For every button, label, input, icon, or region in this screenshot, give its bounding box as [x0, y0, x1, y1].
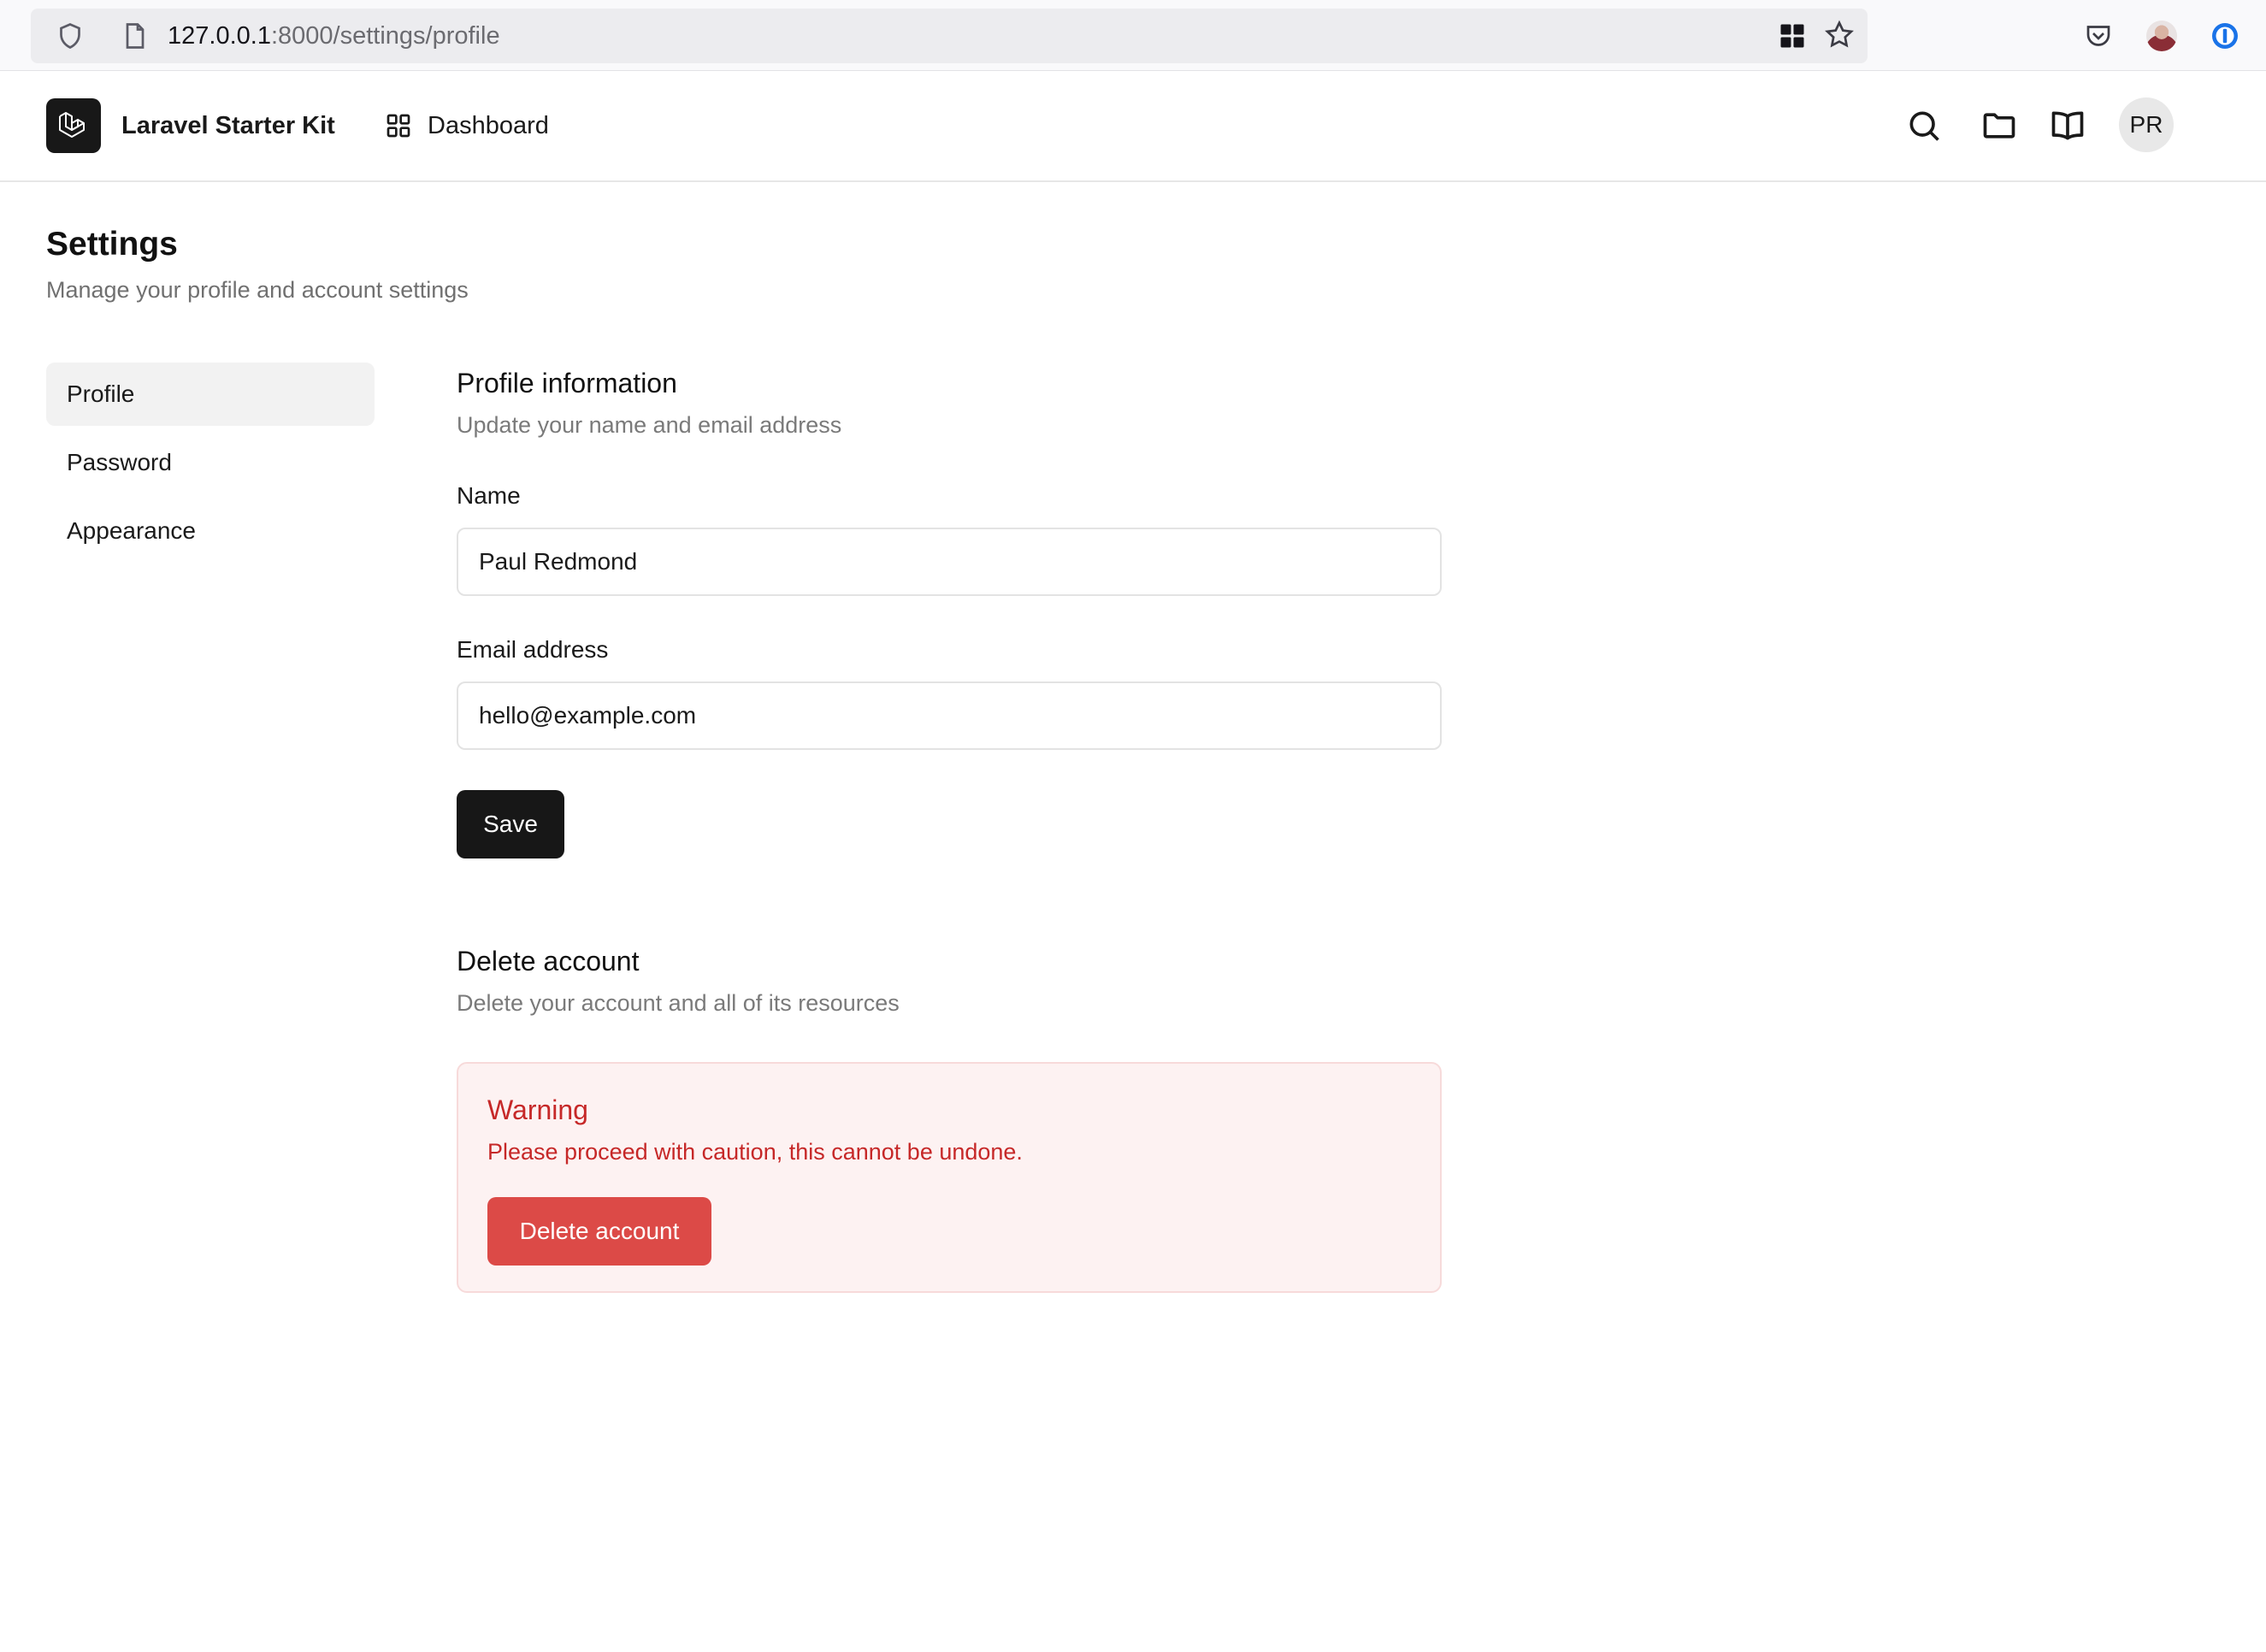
page-title: Settings [46, 226, 178, 263]
name-input[interactable] [457, 528, 1442, 596]
folder-icon[interactable] [1980, 107, 2018, 145]
address-bar[interactable]: 127.0.0.1:8000/settings/profile [31, 9, 1868, 63]
laravel-logo-icon [59, 112, 85, 138]
profile-section-title: Profile information [457, 368, 677, 398]
shield-icon[interactable] [55, 21, 86, 51]
sidebar-item-profile[interactable]: Profile [46, 363, 375, 426]
url-path: :8000/settings/profile [270, 22, 500, 50]
bookmark-star-icon[interactable] [1823, 19, 1856, 51]
delete-section-title: Delete account [457, 946, 640, 976]
save-button[interactable]: Save [457, 790, 564, 858]
email-input[interactable] [457, 681, 1442, 750]
app-logo[interactable] [46, 98, 101, 153]
delete-section-subtitle: Delete your account and all of its resou… [457, 990, 900, 1016]
delete-account-button[interactable]: Delete account [487, 1197, 711, 1266]
settings-sidebar: Profile Password Appearance [46, 363, 375, 568]
url-host: 127.0.0.1 [168, 22, 271, 50]
nav-dashboard-label: Dashboard [428, 111, 549, 139]
warning-title: Warning [487, 1094, 588, 1125]
warning-panel: Warning Please proceed with caution, thi… [457, 1062, 1442, 1293]
browser-profile-avatar[interactable] [2146, 21, 2177, 51]
search-icon[interactable] [1905, 107, 1943, 145]
email-label: Email address [457, 636, 609, 663]
dashboard-grid-icon [387, 114, 410, 138]
pocket-icon[interactable] [2083, 21, 2114, 51]
app-header: Laravel Starter Kit Dashboard PR [0, 71, 2266, 182]
app-name[interactable]: Laravel Starter Kit [121, 109, 335, 143]
url-text[interactable]: 127.0.0.1:8000/settings/profile [168, 21, 500, 51]
page-icon [126, 23, 145, 49]
warning-text: Please proceed with caution, this cannot… [487, 1139, 1023, 1165]
qr-code-icon[interactable] [1777, 21, 1808, 51]
profile-section-subtitle: Update your name and email address [457, 412, 842, 438]
page-subtitle: Manage your profile and account settings [46, 277, 469, 303]
sidebar-item-password[interactable]: Password [46, 431, 375, 494]
browser-toolbar: 127.0.0.1:8000/settings/profile [0, 0, 2266, 71]
nav-dashboard-link[interactable]: Dashboard [385, 105, 549, 146]
password-manager-icon[interactable] [2210, 21, 2240, 51]
user-avatar[interactable]: PR [2119, 97, 2174, 152]
sidebar-item-appearance[interactable]: Appearance [46, 499, 375, 563]
book-open-icon[interactable] [2049, 107, 2086, 145]
name-label: Name [457, 482, 521, 509]
